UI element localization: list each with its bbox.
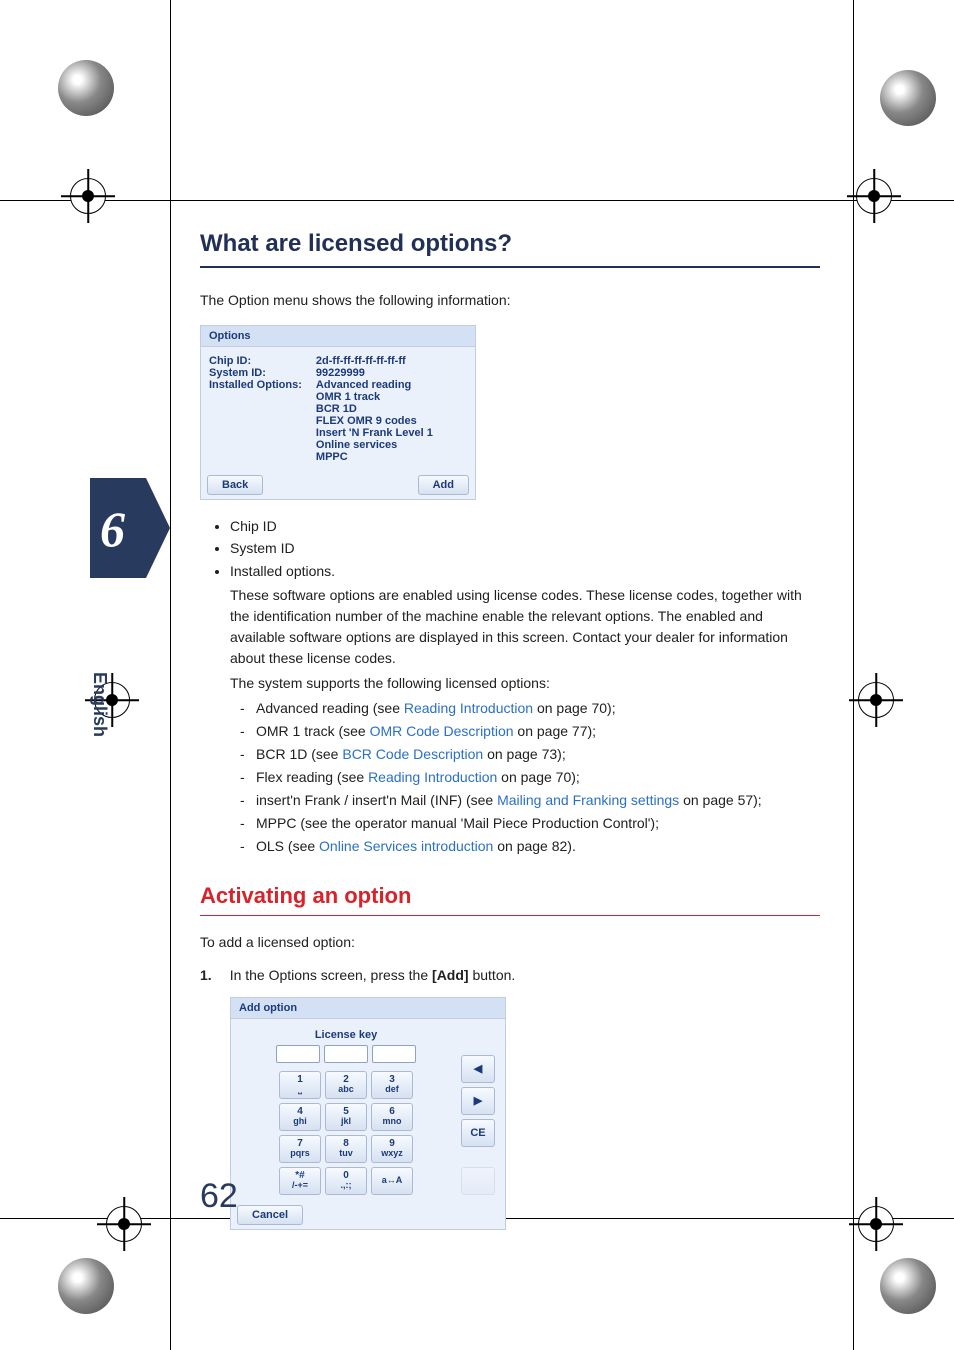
crop-line-right: [853, 0, 854, 1350]
crop-line-top: [0, 200, 954, 201]
options-panel-title: Options: [201, 326, 475, 347]
intro-text: The Option menu shows the following info…: [200, 290, 820, 311]
link-reading-intro[interactable]: Reading Introduction: [404, 700, 533, 716]
key-shift[interactable]: a↔A: [371, 1167, 413, 1195]
explain-text-2: The system supports the following licens…: [230, 673, 820, 694]
list-item: BCR 1D (see BCR Code Description on page…: [256, 744, 820, 765]
value-chip: 2d-ff-ff-ff-ff-ff-ff-ff: [316, 355, 467, 367]
corner-sphere-tr: [880, 70, 936, 126]
value-installed-2: BCR 1D: [316, 403, 467, 415]
bullet-list: Chip ID System ID Installed options.: [200, 516, 820, 581]
cancel-button[interactable]: Cancel: [237, 1205, 303, 1225]
key-7[interactable]: 7pqrs: [279, 1135, 321, 1163]
add-option-title: Add option: [231, 998, 505, 1019]
label-installed: Installed Options:: [209, 379, 302, 391]
cursor-right-button[interactable]: ▶: [461, 1087, 495, 1115]
key-star[interactable]: *#/-+=: [279, 1167, 321, 1195]
bullet-item: System ID: [230, 538, 820, 558]
chapter-number: 6: [100, 500, 125, 558]
key-1[interactable]: 1⎵: [279, 1071, 321, 1099]
value-installed-5: Online services: [316, 439, 467, 451]
ce-button[interactable]: CE: [461, 1119, 495, 1147]
key-2[interactable]: 2abc: [325, 1071, 367, 1099]
step-1: 1. In the Options screen, press the [Add…: [200, 967, 820, 983]
value-system: 99229999: [316, 367, 467, 379]
section-title: What are licensed options?: [200, 230, 820, 258]
corner-sphere-bl: [58, 1258, 114, 1314]
add-button[interactable]: Add: [418, 475, 469, 495]
list-item: Flex reading (see Reading Introduction o…: [256, 767, 820, 788]
link-bcr[interactable]: BCR Code Description: [342, 746, 483, 762]
add-intro: To add a licensed option:: [200, 932, 820, 953]
step-number: 1.: [200, 967, 212, 983]
label-system: System ID:: [209, 367, 302, 379]
license-key-label: License key: [315, 1029, 377, 1041]
activating-title: Activating an option: [200, 883, 820, 909]
value-installed-1: OMR 1 track: [316, 391, 467, 403]
licensed-list: Advanced reading (see Reading Introducti…: [200, 698, 820, 857]
reg-mark: [70, 178, 106, 214]
link-mailing[interactable]: Mailing and Franking settings: [497, 792, 679, 808]
label-chip: Chip ID:: [209, 355, 302, 367]
language-label: English: [89, 672, 110, 737]
back-button[interactable]: Back: [207, 475, 263, 495]
list-item: Advanced reading (see Reading Introducti…: [256, 698, 820, 719]
page-number: 62: [200, 1177, 238, 1216]
corner-sphere-br: [880, 1258, 936, 1314]
title-rule: [200, 266, 820, 268]
corner-sphere-tl: [58, 60, 114, 116]
options-panel: Options Chip ID: System ID: Installed Op…: [200, 325, 476, 500]
chapter-badge: 6: [90, 478, 160, 578]
link-flex[interactable]: Reading Introduction: [368, 769, 497, 785]
key-0[interactable]: 0.,:;: [325, 1167, 367, 1195]
link-omr[interactable]: OMR Code Description: [370, 723, 514, 739]
page-content: What are licensed options? The Option me…: [200, 230, 820, 1246]
key-3[interactable]: 3def: [371, 1071, 413, 1099]
reg-mark: [858, 1206, 894, 1242]
cursor-left-button[interactable]: ◀: [461, 1055, 495, 1083]
activating-rule: [200, 915, 820, 916]
bullet-item: Chip ID: [230, 516, 820, 536]
key-9[interactable]: 9wxyz: [371, 1135, 413, 1163]
reg-mark: [106, 1206, 142, 1242]
key-8[interactable]: 8tuv: [325, 1135, 367, 1163]
license-field-2[interactable]: [324, 1045, 368, 1063]
value-installed-4: Insert 'N Frank Level 1: [316, 427, 467, 439]
explain-text-1: These software options are enabled using…: [230, 585, 820, 669]
reg-mark: [858, 682, 894, 718]
key-4[interactable]: 4ghi: [279, 1103, 321, 1131]
list-item: insert'n Frank / insert'n Mail (INF) (se…: [256, 790, 820, 811]
link-ols[interactable]: Online Services introduction: [319, 838, 493, 854]
ok-button-disabled: [461, 1167, 495, 1195]
crop-line-left: [170, 0, 171, 1350]
value-installed-6: MPPC: [316, 451, 467, 463]
value-installed-3: FLEX OMR 9 codes: [316, 415, 467, 427]
list-item: OLS (see Online Services introduction on…: [256, 836, 820, 857]
key-6[interactable]: 6mno: [371, 1103, 413, 1131]
key-5[interactable]: 5jkl: [325, 1103, 367, 1131]
keypad: 1⎵ 2abc 3def 4ghi 5jkl 6mno 7pqrs 8tuv 9…: [279, 1071, 413, 1195]
list-item: MPPC (see the operator manual 'Mail Piec…: [256, 813, 820, 834]
reg-mark: [856, 178, 892, 214]
list-item: OMR 1 track (see OMR Code Description on…: [256, 721, 820, 742]
add-option-panel: Add option License key 1⎵ 2abc 3def 4ghi: [230, 997, 506, 1230]
step-text: In the Options screen, press the [Add] b…: [230, 967, 516, 983]
value-installed-0: Advanced reading: [316, 379, 467, 391]
license-field-3[interactable]: [372, 1045, 416, 1063]
bullet-item: Installed options.: [230, 561, 820, 581]
license-field-1[interactable]: [276, 1045, 320, 1063]
